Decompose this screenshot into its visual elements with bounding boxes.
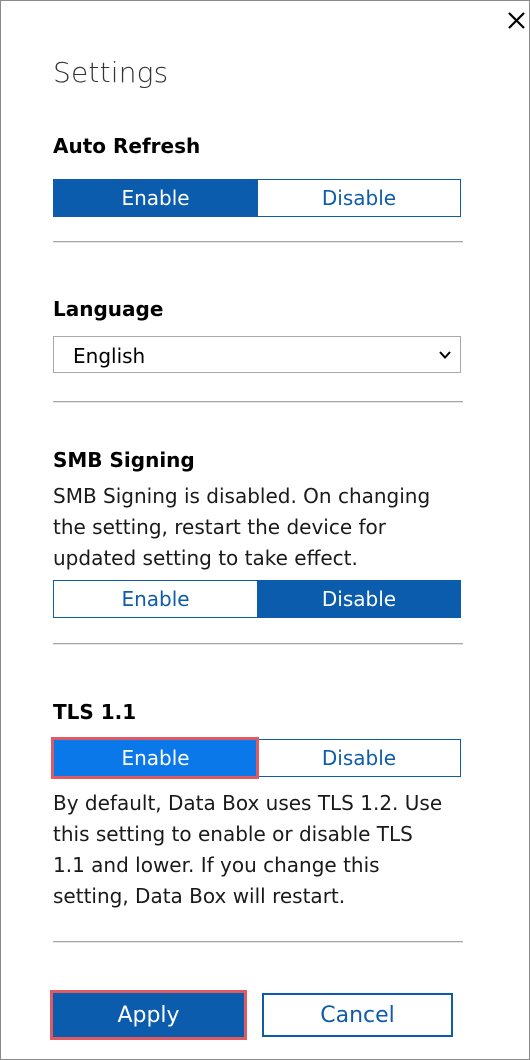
close-icon <box>508 12 525 29</box>
apply-button[interactable]: Apply <box>50 990 247 1040</box>
auto-refresh-enable-button[interactable]: Enable <box>53 179 257 217</box>
tls-disable-button[interactable]: Disable <box>257 739 461 777</box>
language-selected-value: English <box>73 344 146 368</box>
tls-description: By default, Data Box uses TLS 1.2. Use t… <box>53 791 443 908</box>
smb-signing-description: SMB Signing is disabled. On changing the… <box>53 484 431 570</box>
smb-signing-enable-button[interactable]: Enable <box>53 580 257 618</box>
divider <box>53 401 463 403</box>
smb-signing-toggle: Enable Disable <box>53 580 461 618</box>
divider <box>53 941 463 943</box>
settings-panel: Settings Auto Refresh Enable Disable Lan… <box>0 0 530 1060</box>
auto-refresh-disable-button[interactable]: Disable <box>257 179 461 217</box>
language-heading: Language <box>53 297 164 321</box>
tls-enable-button[interactable]: Enable <box>51 737 259 779</box>
page-title: Settings <box>53 56 169 89</box>
tls-heading: TLS 1.1 <box>53 700 137 724</box>
auto-refresh-toggle: Enable Disable <box>53 179 461 217</box>
language-select[interactable]: English <box>53 336 461 373</box>
cancel-button[interactable]: Cancel <box>262 993 453 1037</box>
divider <box>53 241 463 243</box>
auto-refresh-heading: Auto Refresh <box>53 134 201 158</box>
smb-signing-disable-button[interactable]: Disable <box>257 580 461 618</box>
chevron-down-icon <box>439 351 451 359</box>
divider <box>53 643 463 645</box>
tls-toggle: Enable Disable <box>51 737 461 779</box>
smb-signing-heading: SMB Signing <box>53 448 195 472</box>
close-button[interactable] <box>504 9 528 33</box>
